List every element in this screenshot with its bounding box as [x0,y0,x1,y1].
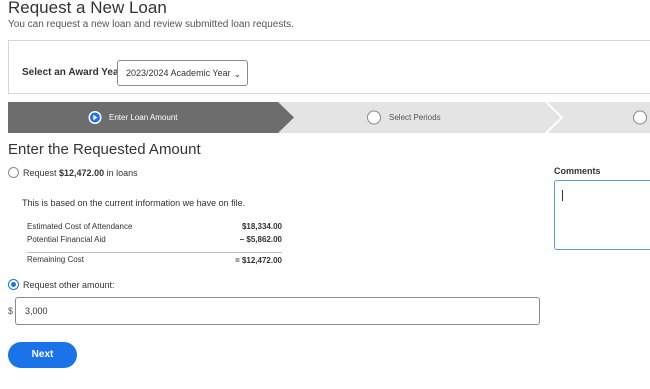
option1-amount: $12,472.00 [59,168,105,178]
play-circle-icon [88,111,102,124]
comments-label: Comments [554,166,601,176]
cost-row-value: − $5,862.00 [239,235,282,244]
progress-stepper [8,102,650,133]
award-year-selected-value: 2023/2024 Academic Year [126,68,231,78]
comments-textarea[interactable] [554,180,650,250]
step-1-label: Enter Loan Amount [109,113,178,122]
request-other-amount-label[interactable]: Request other amount: [23,280,115,290]
chevron-down-icon: ⌄ [233,69,241,79]
cost-info-text: This is based on the current information… [22,198,246,208]
request-full-amount-label[interactable]: Request $12,472.00 in loans [23,168,138,178]
text-caret [562,190,563,201]
cost-row-label: Potential Financial Aid [27,235,106,244]
step-3-circle-icon [633,110,647,125]
currency-symbol: $ [8,306,14,316]
award-year-label: Select an Award Year: [22,67,126,78]
page-title: Request a New Loan [8,0,167,17]
section-title: Enter the Requested Amount [8,141,201,158]
cost-row-value: = $12,472.00 [235,256,282,265]
cost-row-label: Estimated Cost of Attendance [27,222,133,231]
other-amount-input[interactable]: 3,000 [15,297,540,325]
step-2-circle-icon [367,110,381,125]
next-button[interactable]: Next [8,342,77,368]
step-2-label: Select Periods [389,113,441,122]
request-full-amount-radio[interactable] [8,167,19,178]
cost-row-value: $18,334.00 [241,222,282,231]
award-year-select[interactable]: 2023/2024 Academic Year ⌄ [117,60,248,86]
option1-suffix: in loans [104,168,138,178]
cost-row-label: Remaining Cost [27,255,84,264]
option1-prefix: Request [23,168,60,178]
request-other-amount-radio[interactable] [8,279,19,290]
page-subtitle: You can request a new loan and review su… [8,19,294,30]
cost-divider [27,252,282,253]
